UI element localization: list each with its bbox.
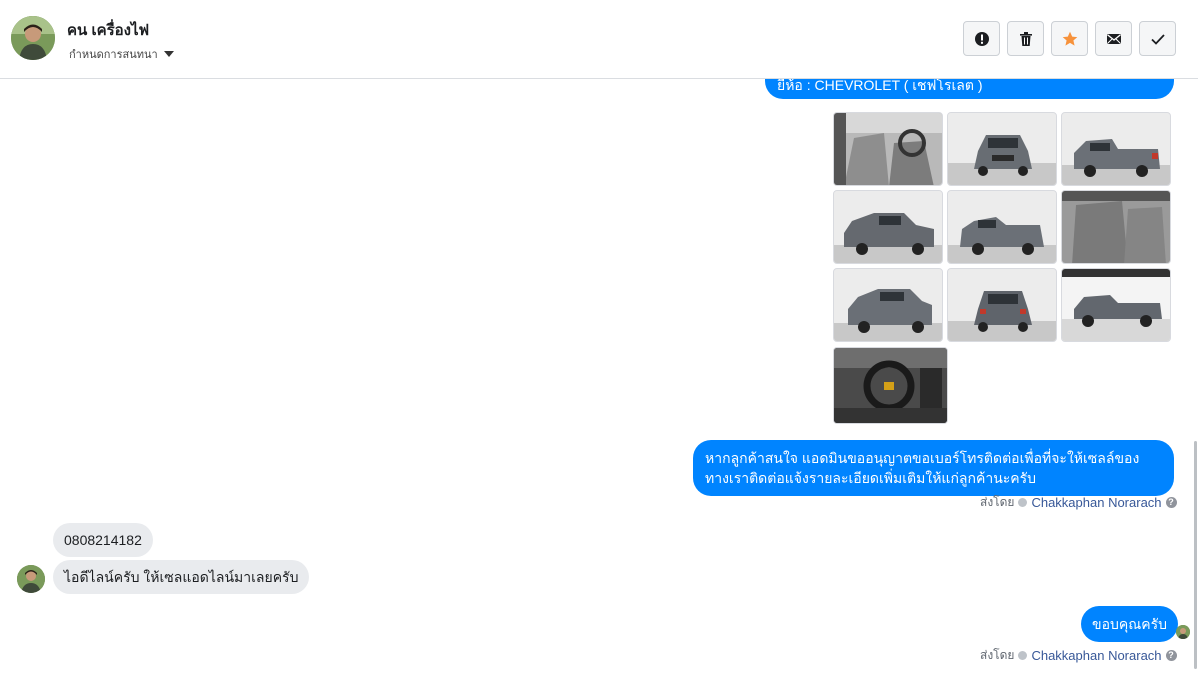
conversation-schedule-dropdown[interactable]: กำหนดการสนทนา <box>69 45 174 63</box>
photo-thumbnail[interactable] <box>1061 268 1171 342</box>
mail-icon <box>1106 33 1121 44</box>
photo-thumbnail[interactable] <box>833 190 943 264</box>
outgoing-message: หากลูกค้าสนใจ แอดมินขออนุญาตขอเบอร์โทรติ… <box>693 440 1174 496</box>
check-icon <box>1150 33 1165 45</box>
message-text: ไอดีไลน์ครับ ให้เซลแอดไลน์มาเลยครับ <box>64 569 299 585</box>
sent-by-info: ส่งโดย Chakkaphan Norarach ? <box>980 493 1177 512</box>
sent-by-label: ส่งโดย <box>980 495 1015 509</box>
outgoing-message: ขอบคุณครับ <box>1081 606 1178 642</box>
agent-name-link[interactable]: Chakkaphan Norarach <box>1031 648 1161 663</box>
mail-button[interactable] <box>1095 21 1132 56</box>
incoming-message: 0808214182 <box>53 523 153 557</box>
message-text: ขอบคุณครับ <box>1092 616 1167 632</box>
outgoing-message: ยี่ห้อ : CHEVROLET ( เชฟโรเลต ) <box>765 79 1174 99</box>
photo-thumbnail[interactable] <box>947 112 1057 186</box>
photo-thumbnail[interactable] <box>1061 190 1171 264</box>
mark-done-button[interactable] <box>1139 21 1176 56</box>
conversation-header: คน เครื่องไฟ กำหนดการสนทนา <box>0 0 1198 79</box>
help-icon[interactable]: ? <box>1165 650 1177 661</box>
star-icon <box>1062 31 1077 46</box>
message-text: หากลูกค้าสนใจ แอดมินขออนุญาตขอเบอร์โทรติ… <box>705 450 1140 486</box>
schedule-label: กำหนดการสนทนา <box>69 49 158 61</box>
verified-icon <box>1018 498 1028 507</box>
incoming-message: ไอดีไลน์ครับ ให้เซลแอดไลน์มาเลยครับ <box>53 560 310 594</box>
alert-circle-icon <box>974 31 989 46</box>
contact-avatar-small[interactable] <box>17 565 45 593</box>
message-text: 0808214182 <box>64 532 142 548</box>
photo-thumbnail[interactable] <box>833 347 948 424</box>
star-button[interactable] <box>1051 21 1088 56</box>
caret-down-icon <box>163 51 174 57</box>
thread-scrollbar[interactable] <box>1194 441 1197 669</box>
delete-button[interactable] <box>1007 21 1044 56</box>
sent-by-label: ส่งโดย <box>980 648 1015 662</box>
photo-thumbnail[interactable] <box>947 268 1057 342</box>
contact-name[interactable]: คน เครื่องไฟ <box>67 18 149 42</box>
sent-by-info: ส่งโดย Chakkaphan Norarach ? <box>980 646 1177 665</box>
report-button[interactable] <box>963 21 1000 56</box>
photo-thumbnail[interactable] <box>947 190 1057 264</box>
verified-icon <box>1018 651 1028 660</box>
trash-icon <box>1019 31 1032 46</box>
message-thread[interactable]: ยี่ห้อ : CHEVROLET ( เชฟโรเลต ) หากลูกค้… <box>0 79 1198 689</box>
photo-thumbnail[interactable] <box>1061 112 1171 186</box>
photo-thumbnail[interactable] <box>833 112 943 186</box>
seen-avatar <box>1176 625 1190 639</box>
photo-thumbnail[interactable] <box>833 268 943 342</box>
help-icon[interactable]: ? <box>1165 497 1177 508</box>
agent-name-link[interactable]: Chakkaphan Norarach <box>1031 495 1161 510</box>
header-actions <box>963 21 1176 56</box>
message-text: ยี่ห้อ : CHEVROLET ( เชฟโรเลต ) <box>777 79 983 93</box>
contact-avatar[interactable] <box>11 16 55 60</box>
